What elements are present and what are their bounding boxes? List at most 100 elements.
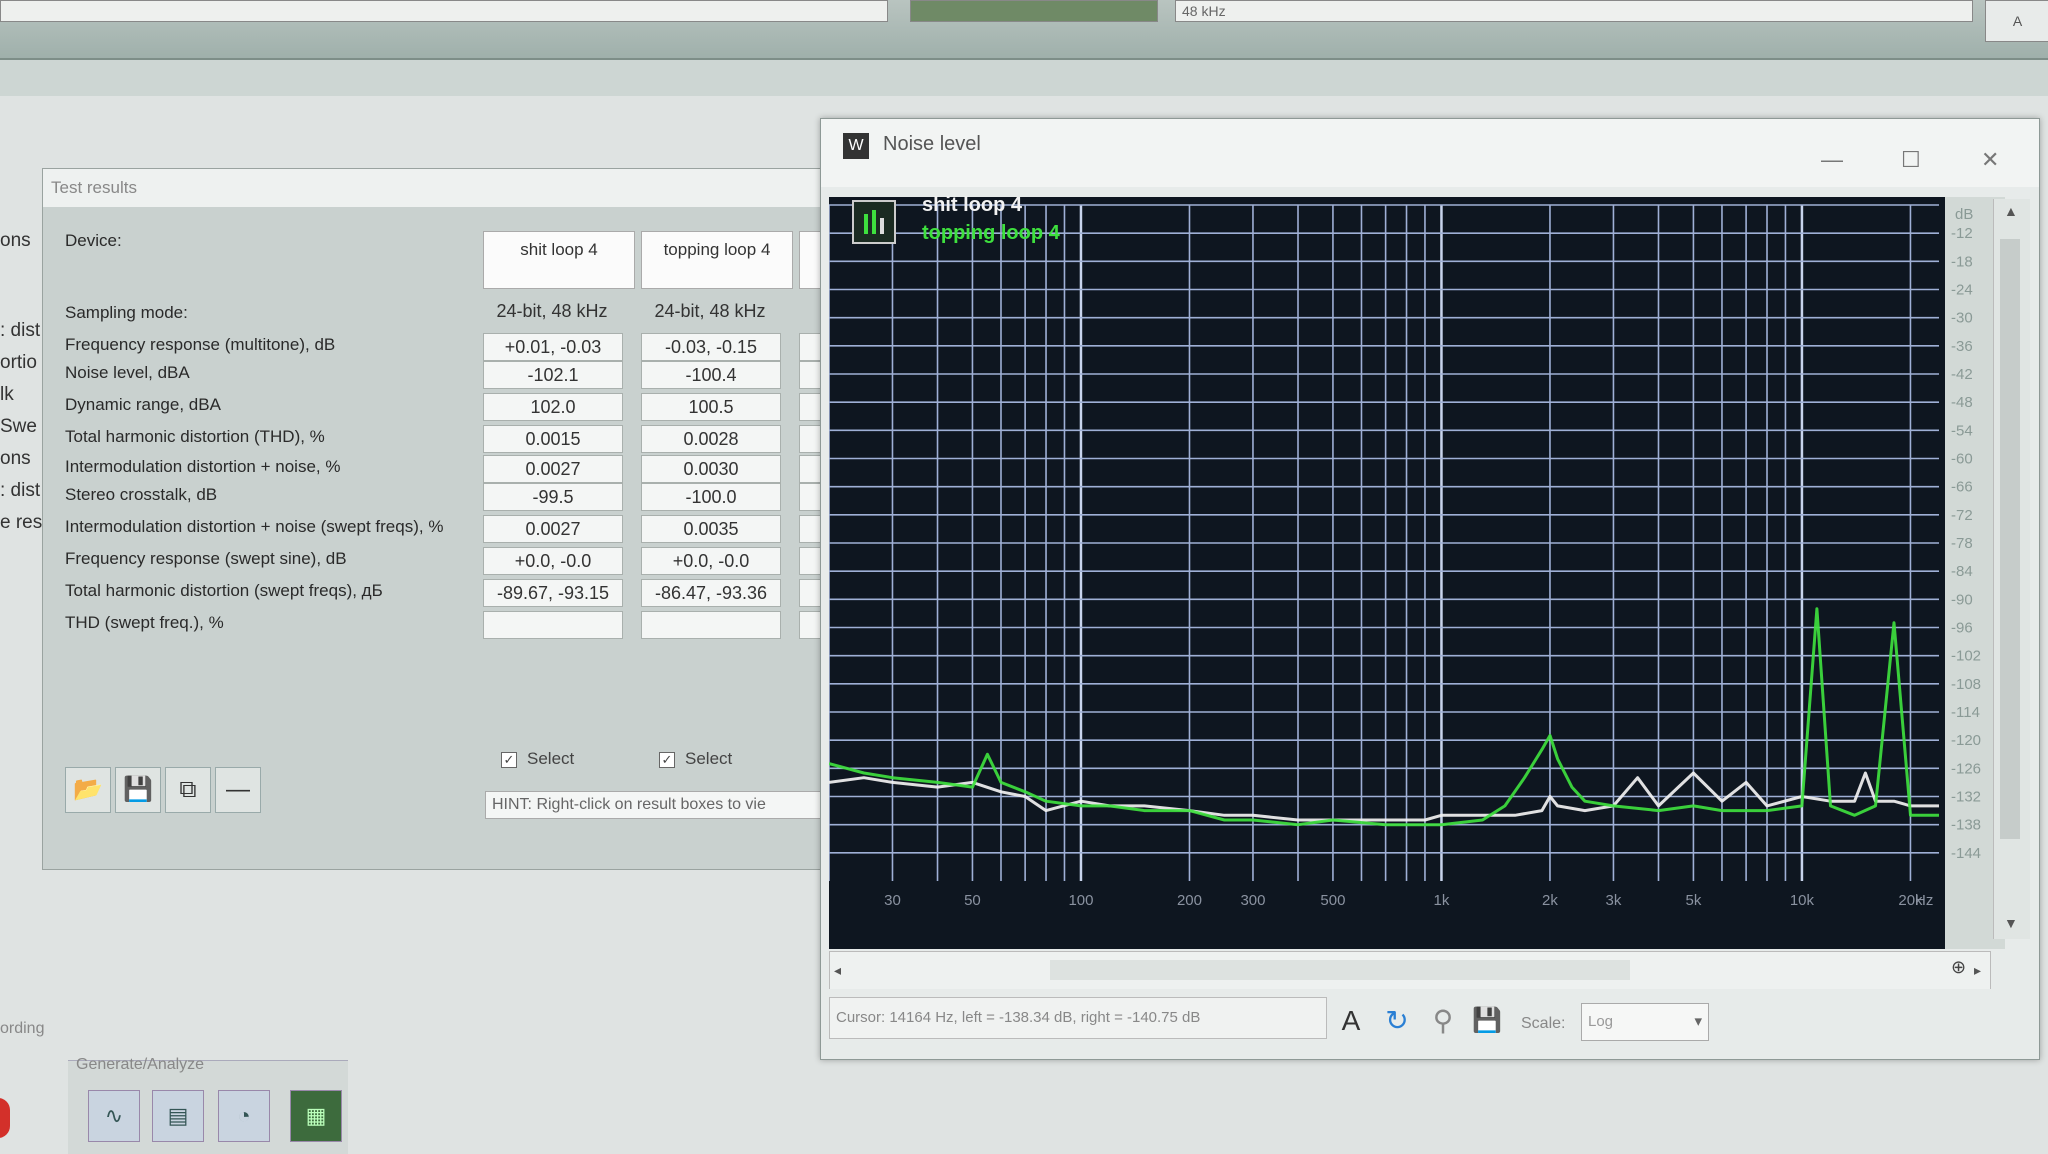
select-checkbox-2[interactable]: ✓ Select (659, 749, 732, 769)
result-value-cell: 24-bit, 48 kHz (654, 301, 766, 321)
left-list-item[interactable]: Swe (0, 416, 46, 448)
result-value-cell[interactable] (641, 611, 781, 639)
result-value-cell[interactable]: -100.4 (641, 361, 781, 389)
checkbox-check-icon: ✓ (501, 752, 517, 768)
device-select[interactable] (0, 0, 888, 22)
device-column-2[interactable]: topping loop 4 (641, 231, 793, 289)
text-annotation-icon[interactable]: A (1331, 1001, 1371, 1041)
result-value-cell[interactable]: 0.0028 (641, 425, 781, 453)
left-list-item[interactable]: e resi (0, 512, 46, 544)
noise-window-titlebar: W Noise level — ☐ ✕ (821, 119, 2039, 187)
x-tick-label: 100 (1068, 892, 1093, 909)
result-value-cell[interactable]: -99.5 (483, 483, 623, 511)
app-band (0, 60, 2048, 96)
y-tick-label: -66 (1951, 479, 1973, 496)
x-tick-label: 1k (1434, 892, 1450, 909)
floppy-icon: 💾 (123, 776, 153, 803)
result-value-cell[interactable]: 100.5 (641, 393, 781, 421)
x-tick-label: 30 (884, 892, 901, 909)
scale-label: Scale: (1521, 1015, 1566, 1032)
checkbox-check-icon: ✓ (659, 752, 675, 768)
analyzer-icon[interactable]: ◔ (218, 1090, 270, 1142)
legend-graph-icon (852, 200, 896, 244)
left-list-item[interactable]: : dist (0, 320, 46, 352)
scroll-down-icon[interactable]: ▼ (2004, 915, 2018, 931)
result-row-label: Dynamic range, dBA (65, 395, 221, 414)
result-value-cell[interactable]: -100.0 (641, 483, 781, 511)
x-tick-label: 50 (964, 892, 981, 909)
sample-rate-select[interactable]: 48 kHz (1175, 0, 1973, 22)
y-tick-label: -30 (1951, 310, 1973, 327)
result-row-label: Intermodulation distortion + noise, % (65, 457, 341, 476)
graph-icon[interactable]: ▦ (290, 1090, 342, 1142)
left-list-item[interactable]: ons (0, 230, 46, 262)
vertical-scroll-thumb[interactable] (2000, 239, 2020, 839)
noise-spectrum-plot[interactable]: 30 50 100 200 300 500 1k 2k 3k 5k 10k 20k Hz (829, 197, 1945, 949)
result-value-cell[interactable] (483, 611, 623, 639)
minimize-icon[interactable]: — (1821, 147, 1843, 173)
result-value-cell[interactable]: 102.0 (483, 393, 623, 421)
result-value-cell[interactable]: +0.01, -0.03 (483, 333, 623, 361)
result-row-label: Stereo crosstalk, dB (65, 485, 218, 504)
series-line-2 (829, 607, 1939, 827)
scroll-left-icon[interactable]: ◂ (834, 962, 841, 979)
left-list-item[interactable]: : dist (0, 480, 46, 512)
result-value-cell[interactable]: 0.0015 (483, 425, 623, 453)
result-value-cell[interactable]: +0.0, -0.0 (641, 547, 781, 575)
copy-icon: ⧉ (179, 776, 197, 803)
result-value-cell[interactable]: -89.67, -93.15 (483, 579, 623, 607)
save-graph-icon[interactable]: 💾 (1467, 1001, 1507, 1041)
result-value-cell[interactable]: -86.47, -93.36 (641, 579, 781, 607)
left-test-list: ons : dist ortio lk Swe ons : dist e res… (0, 230, 46, 544)
hint-text: HINT: Right-click on result boxes to vie (485, 791, 853, 819)
horizontal-scrollbar[interactable]: ◂ ▸ (829, 951, 1991, 991)
result-row-label: THD (swept freq.), % (65, 613, 224, 632)
zoom-fit-icon[interactable]: ⊕ (1951, 957, 1966, 978)
scroll-up-icon[interactable]: ▲ (2004, 203, 2018, 219)
left-list-item[interactable]: ons (0, 448, 46, 480)
x-tick-label: 500 (1320, 892, 1345, 909)
scale-value: Log (1588, 1013, 1614, 1030)
scale-select[interactable]: Log ▾ (1581, 1003, 1709, 1041)
copy-button[interactable]: ⧉ (165, 767, 211, 813)
record-icon[interactable] (0, 1098, 10, 1138)
device-column-1[interactable]: shit loop 4 (483, 231, 635, 289)
result-value-cell[interactable]: 0.0027 (483, 515, 623, 543)
y-tick-label: -24 (1951, 282, 1973, 299)
result-value-cell[interactable]: 0.0027 (483, 455, 623, 483)
remove-button[interactable]: — (215, 767, 261, 813)
x-tick-label: 10k (1790, 892, 1815, 909)
y-tick-label: -96 (1951, 620, 1973, 637)
result-value-cell[interactable]: +0.0, -0.0 (483, 547, 623, 575)
result-value-cell[interactable]: 0.0035 (641, 515, 781, 543)
magnifier-icon[interactable]: ⚲ (1423, 1001, 1463, 1041)
open-folder-button[interactable]: 📂 (65, 767, 111, 813)
spectrum-icon[interactable]: ▤ (152, 1090, 204, 1142)
chevron-down-icon: ▾ (1694, 1013, 1702, 1030)
minus-icon: — (226, 776, 250, 803)
noise-window-statusbar: Cursor: 14164 Hz, left = -138.34 dB, rig… (821, 989, 2039, 1059)
refresh-icon[interactable]: ↻ (1377, 1001, 1417, 1041)
cursor-readout: Cursor: 14164 Hz, left = -138.34 dB, rig… (829, 997, 1327, 1039)
y-tick-label: -48 (1951, 394, 1973, 411)
y-tick-label: -84 (1951, 563, 1973, 580)
test-results-title: Test results (43, 169, 843, 207)
select-checkbox-1[interactable]: ✓ Select (501, 749, 574, 769)
y-unit-label: dB (1955, 206, 1973, 223)
result-value-cell[interactable]: 0.0030 (641, 455, 781, 483)
waveform-icon[interactable]: ∿ (88, 1090, 140, 1142)
maximize-icon[interactable]: ☐ (1901, 147, 1921, 173)
select-label: Select (685, 749, 733, 768)
apply-button[interactable]: A (1985, 0, 2048, 42)
left-list-item[interactable]: lk (0, 384, 46, 416)
save-button[interactable]: 💾 (115, 767, 161, 813)
result-value-cell[interactable]: -0.03, -0.15 (641, 333, 781, 361)
result-value-cell[interactable]: -102.1 (483, 361, 623, 389)
y-tick-label: -120 (1951, 732, 1981, 749)
horizontal-scroll-thumb[interactable] (1050, 960, 1630, 980)
close-icon[interactable]: ✕ (1981, 147, 1999, 173)
left-list-item[interactable]: ortio (0, 352, 46, 384)
scroll-right-icon[interactable]: ▸ (1974, 962, 1981, 979)
vertical-scrollbar[interactable]: ▲ ▼ (1993, 199, 2030, 939)
y-tick-label: -114 (1951, 704, 1980, 721)
